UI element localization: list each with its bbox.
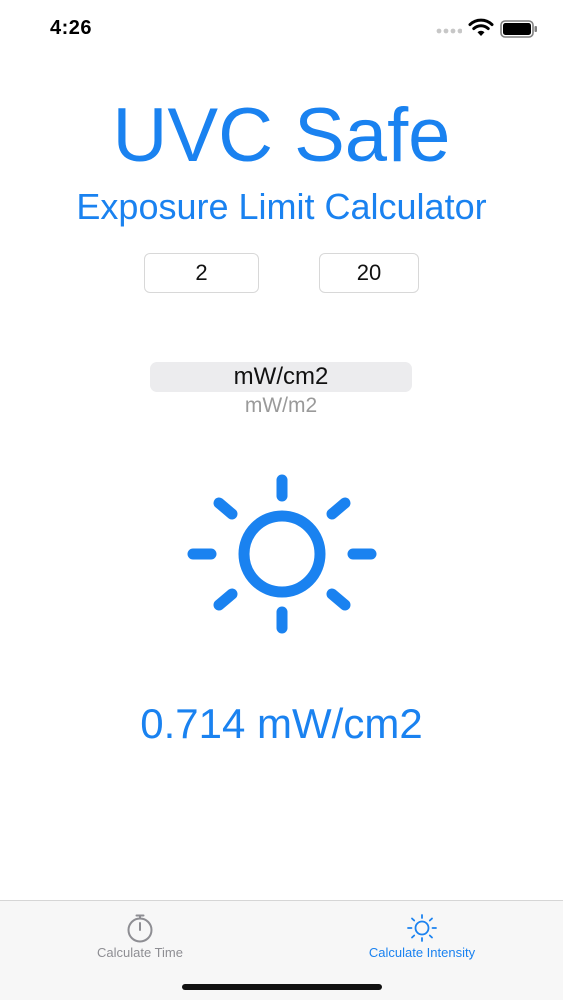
- picker-option-unit[interactable]: mW/m2: [150, 394, 412, 418]
- cellular-signal-icon: [436, 28, 462, 34]
- sun-icon: [407, 914, 437, 942]
- status-time: 4:26: [50, 17, 93, 39]
- battery-icon: [500, 20, 537, 38]
- unit-picker[interactable]: mW/cm2 mW/m2: [150, 358, 412, 422]
- app-screen: 4:26 UVC Safe Exposure Limit Calculator …: [0, 0, 563, 1000]
- home-indicator[interactable]: [182, 984, 382, 990]
- tab-label-calculate-time: Calculate Time: [97, 945, 183, 960]
- first-value-input[interactable]: [144, 253, 259, 293]
- status-bar: 4:26: [0, 0, 563, 58]
- app-title: UVC Safe: [112, 93, 451, 178]
- stopwatch-icon: [127, 914, 153, 943]
- result-intensity: 0.714 mW/cm2: [140, 700, 423, 747]
- second-value-input[interactable]: [319, 253, 419, 293]
- picker-selected-unit[interactable]: mW/cm2: [150, 362, 412, 392]
- app-subtitle: Exposure Limit Calculator: [76, 186, 487, 227]
- tab-calculate-time[interactable]: Calculate Time: [40, 909, 240, 969]
- wifi-icon: [468, 18, 494, 36]
- sun-icon: [187, 474, 377, 634]
- tab-calculate-intensity[interactable]: Calculate Intensity: [322, 909, 522, 969]
- tab-label-calculate-intensity: Calculate Intensity: [368, 945, 476, 960]
